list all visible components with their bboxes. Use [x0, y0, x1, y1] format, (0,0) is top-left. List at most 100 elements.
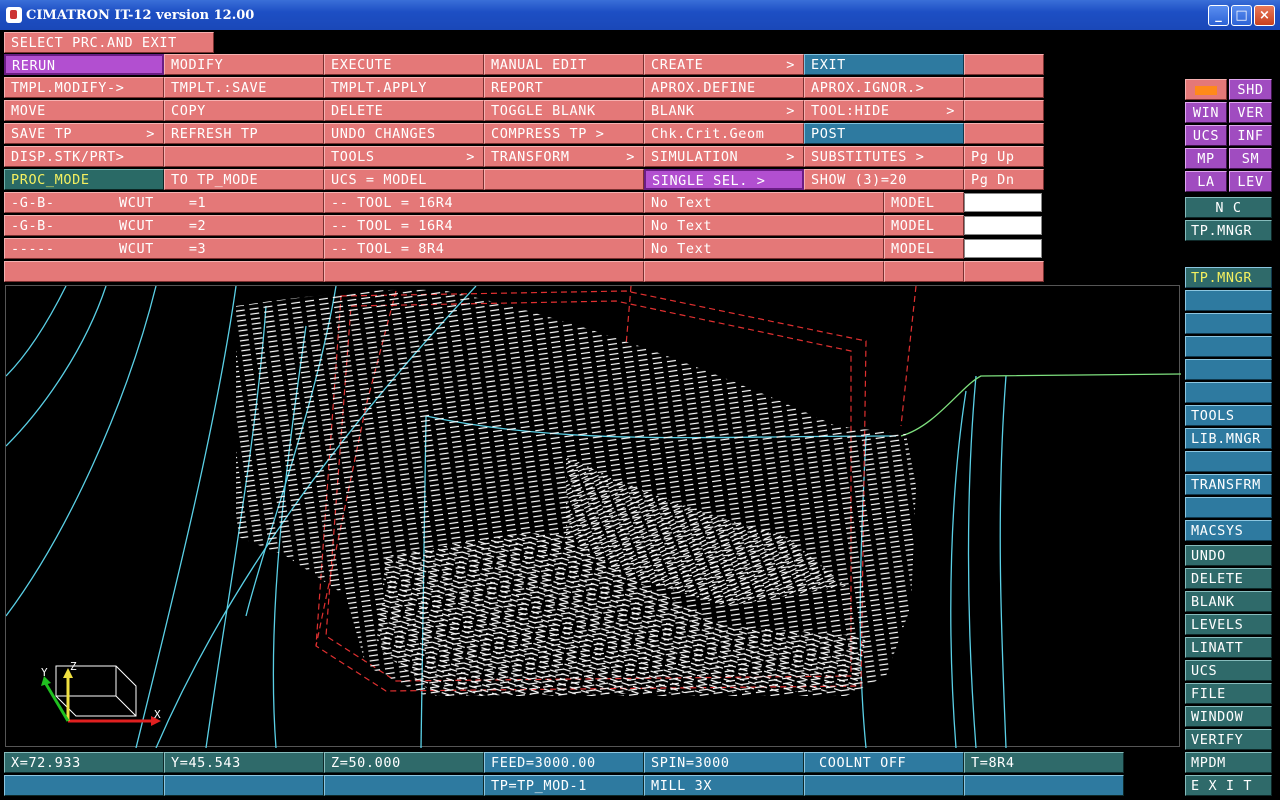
menu-tmplt-apply-button[interactable]: TMPLT.APPLY	[324, 77, 484, 98]
menu-empty-button[interactable]	[484, 169, 644, 190]
menu-empty-button[interactable]	[164, 146, 324, 167]
side-win-button[interactable]: WIN	[1185, 102, 1227, 123]
proc-text[interactable]: No Text	[644, 238, 884, 259]
proc-color-swatch[interactable]	[964, 216, 1042, 235]
menu-empty-button[interactable]	[964, 123, 1044, 144]
proc-text[interactable]: No Text	[644, 192, 884, 213]
menu-chk-crit-geom-button[interactable]: Chk.Crit.Geom	[644, 123, 804, 144]
nc-mode-label[interactable]: N C	[1185, 197, 1272, 218]
app-icon[interactable]	[6, 7, 22, 23]
proc-empty-cell[interactable]	[884, 261, 964, 282]
proc-color-swatch[interactable]	[964, 239, 1042, 258]
menu-tmpl-modify-button[interactable]: TMPL.MODIFY->	[4, 77, 164, 98]
menu-exit-button[interactable]: EXIT	[804, 54, 964, 75]
side-blank-button[interactable]: BLANK	[1185, 591, 1272, 612]
side-mpdm-button[interactable]: MPDM	[1185, 752, 1272, 773]
side-transfrm-button[interactable]: TRANSFRM	[1185, 474, 1272, 495]
menu-ucs-model-button[interactable]: UCS = MODEL	[324, 169, 484, 190]
menu-save-tp-button[interactable]: SAVE TP	[4, 123, 164, 144]
side-shd-button[interactable]: SHD	[1229, 79, 1272, 100]
procedure-row[interactable]: ----- WCUT =3	[4, 238, 324, 259]
side-lev-button[interactable]: LEV	[1229, 171, 1272, 192]
side-window-button[interactable]: WINDOW	[1185, 706, 1272, 727]
menu-manual-edit-button[interactable]: MANUAL EDIT	[484, 54, 644, 75]
side-empty-button[interactable]	[1185, 336, 1272, 357]
menu-simulation-button[interactable]: SIMULATION	[644, 146, 804, 167]
menu-to-tp-mode-button[interactable]: TO TP_MODE	[164, 169, 324, 190]
side-empty-button[interactable]	[1185, 313, 1272, 334]
proc-empty-cell[interactable]	[4, 261, 324, 282]
side-empty-button[interactable]	[1185, 359, 1272, 380]
side-delete-button[interactable]: DELETE	[1185, 568, 1272, 589]
menu-modify-button[interactable]: MODIFY	[164, 54, 324, 75]
menu-refresh-tp-button[interactable]: REFRESH TP	[164, 123, 324, 144]
side-empty-button[interactable]	[1185, 290, 1272, 311]
menu-disp-stk-prt-button[interactable]: DISP.STK/PRT>	[4, 146, 164, 167]
proc-empty-cell[interactable]	[644, 261, 884, 282]
proc-type[interactable]: MODEL	[884, 238, 964, 259]
proc-tool[interactable]: -- TOOL = 8R4	[324, 238, 644, 259]
procedure-row[interactable]: -G-B- WCUT =1	[4, 192, 324, 213]
proc-tool[interactable]: -- TOOL = 16R4	[324, 215, 644, 236]
menu-single-sel-button[interactable]: SINGLE SEL. >	[644, 169, 804, 190]
side-verify-button[interactable]: VERIFY	[1185, 729, 1272, 750]
side-ver-button[interactable]: VER	[1229, 102, 1272, 123]
menu-create-button[interactable]: CREATE	[644, 54, 804, 75]
tp-mngr-button[interactable]: TP.MNGR	[1185, 220, 1272, 241]
proc-type[interactable]: MODEL	[884, 215, 964, 236]
side-ucs-button[interactable]: UCS	[1185, 660, 1272, 681]
side-file-button[interactable]: FILE	[1185, 683, 1272, 704]
menu-substitutes-button[interactable]: SUBSTITUTES >	[804, 146, 964, 167]
side-e-x-i-t-button[interactable]: E X I T	[1185, 775, 1272, 796]
side-undo-button[interactable]: UNDO	[1185, 545, 1272, 566]
menu-proc-mode-button[interactable]: PROC_MODE	[4, 169, 164, 190]
menu-tools-button[interactable]: TOOLS	[324, 146, 484, 167]
proc-text[interactable]: No Text	[644, 215, 884, 236]
side-tools-button[interactable]: TOOLS	[1185, 405, 1272, 426]
side-linatt-button[interactable]: LINATT	[1185, 637, 1272, 658]
menu-empty-button[interactable]	[964, 54, 1044, 75]
menu-empty-button[interactable]	[964, 77, 1044, 98]
maximize-button[interactable]: □	[1231, 5, 1252, 26]
side-tp-mngr-button[interactable]: TP.MNGR	[1185, 267, 1272, 288]
side-levels-button[interactable]: LEVELS	[1185, 614, 1272, 635]
proc-tool[interactable]: -- TOOL = 16R4	[324, 192, 644, 213]
menu-blank-button[interactable]: BLANK	[644, 100, 804, 121]
color-swatch-button[interactable]	[1185, 79, 1227, 100]
menu-move-button[interactable]: MOVE	[4, 100, 164, 121]
graphics-viewport[interactable]: X Y Z	[5, 285, 1182, 749]
menu-toggle-blank-button[interactable]: TOGGLE BLANK	[484, 100, 644, 121]
side-la-button[interactable]: LA	[1185, 171, 1227, 192]
menu-execute-button[interactable]: EXECUTE	[324, 54, 484, 75]
menu-undo-changes-button[interactable]: UNDO CHANGES	[324, 123, 484, 144]
close-button[interactable]: ×	[1254, 5, 1275, 26]
proc-color-swatch[interactable]	[964, 193, 1042, 212]
menu-post-button[interactable]: POST	[804, 123, 964, 144]
proc-type[interactable]: MODEL	[884, 192, 964, 213]
menu-delete-button[interactable]: DELETE	[324, 100, 484, 121]
procedure-row[interactable]: -G-B- WCUT =2	[4, 215, 324, 236]
side-sm-button[interactable]: SM	[1229, 148, 1272, 169]
menu-pg-dn-button[interactable]: Pg Dn	[964, 169, 1044, 190]
menu-report-button[interactable]: REPORT	[484, 77, 644, 98]
menu-rerun-button[interactable]: RERUN	[4, 54, 164, 75]
side-ucs-button[interactable]: UCS	[1185, 125, 1227, 146]
side-lib-mngr-button[interactable]: LIB.MNGR	[1185, 428, 1272, 449]
menu-compress-tp-button[interactable]: COMPRESS TP >	[484, 123, 644, 144]
menu-aprox-define-button[interactable]: APROX.DEFINE	[644, 77, 804, 98]
side-empty-button[interactable]	[1185, 382, 1272, 403]
menu-show-3-20-button[interactable]: SHOW (3)=20	[804, 169, 964, 190]
menu-empty-button[interactable]	[964, 100, 1044, 121]
side-mp-button[interactable]: MP	[1185, 148, 1227, 169]
side-inf-button[interactable]: INF	[1229, 125, 1272, 146]
side-empty-button[interactable]	[1185, 451, 1272, 472]
menu-copy-button[interactable]: COPY	[164, 100, 324, 121]
proc-empty-cell[interactable]	[324, 261, 644, 282]
menu-aprox-ignor-button[interactable]: APROX.IGNOR.>	[804, 77, 964, 98]
minimize-button[interactable]: _	[1208, 5, 1229, 26]
menu-transform-button[interactable]: TRANSFORM	[484, 146, 644, 167]
menu-tmplt-save-button[interactable]: TMPLT.:SAVE	[164, 77, 324, 98]
menu-tool-hide-button[interactable]: TOOL:HIDE	[804, 100, 964, 121]
proc-empty-cell[interactable]	[964, 261, 1044, 282]
side-empty-button[interactable]	[1185, 497, 1272, 518]
